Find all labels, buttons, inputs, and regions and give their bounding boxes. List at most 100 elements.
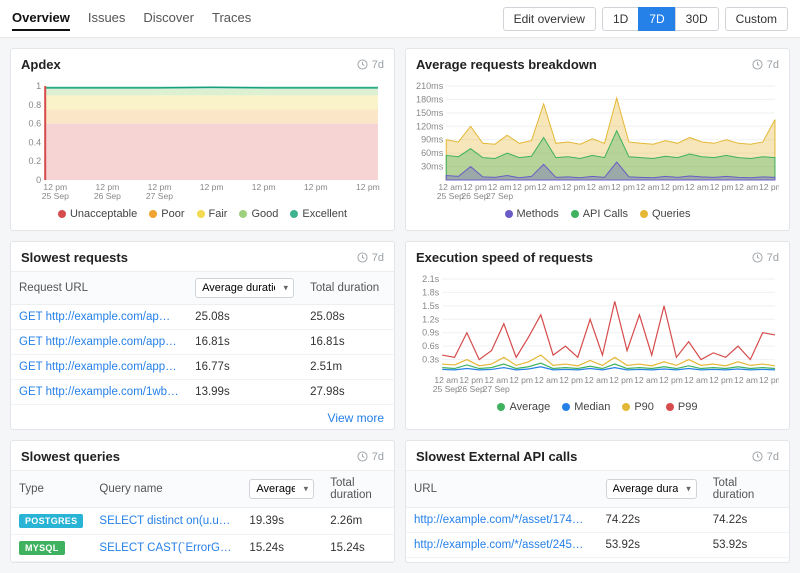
- svg-text:1.5s: 1.5s: [422, 301, 440, 311]
- tab-issues[interactable]: Issues: [88, 6, 126, 31]
- legend-item[interactable]: Queries: [640, 208, 691, 220]
- panel-title: Average requests breakdown: [416, 57, 597, 72]
- svg-text:25 Sep: 25 Sep: [437, 191, 464, 201]
- svg-text:12 pm: 12 pm: [356, 182, 380, 192]
- apdex-legend: Unacceptable Poor Fair Good Excellent: [21, 202, 384, 222]
- tab-overview[interactable]: Overview: [12, 6, 70, 31]
- svg-text:0.9s: 0.9s: [422, 328, 440, 338]
- svg-text:25 Sep: 25 Sep: [433, 384, 460, 394]
- view-more-link[interactable]: View more: [11, 405, 394, 429]
- range-7d-button[interactable]: 7D: [638, 7, 675, 31]
- svg-text:210ms: 210ms: [416, 82, 444, 91]
- legend-item[interactable]: Methods: [505, 208, 559, 220]
- col-url: Request URL: [11, 272, 187, 305]
- col-avg-duration-select[interactable]: Average duration: [241, 471, 322, 508]
- legend-item[interactable]: Average: [497, 401, 550, 413]
- svg-text:120ms: 120ms: [416, 121, 444, 131]
- clock-icon: [752, 451, 763, 462]
- clock-icon: [752, 59, 763, 70]
- svg-text:26 Sep: 26 Sep: [458, 384, 485, 394]
- query-name-link[interactable]: SELECT CAST(`ErrorGro...: [91, 535, 241, 562]
- api-url-link[interactable]: http://example.com/*/asset/1749749435?lo…: [406, 508, 598, 533]
- svg-text:0.4: 0.4: [29, 137, 42, 147]
- db-type-badge: MYSQL: [19, 541, 65, 555]
- clock-icon: [752, 252, 763, 263]
- apdex-chart[interactable]: 00.20.40.60.8112 pm25 Sep12 pm26 Sep12 p…: [21, 82, 384, 202]
- svg-text:12 am: 12 am: [684, 375, 708, 385]
- table-row: GET http://example.com/applicatio...16.8…: [11, 330, 394, 355]
- avg-breakdown-chart[interactable]: 30ms60ms90ms120ms150ms180ms210ms12 am25 …: [416, 82, 779, 202]
- table-row: GET http://example.com/applicatio...16.7…: [11, 355, 394, 380]
- legend-item[interactable]: Unacceptable: [58, 208, 137, 220]
- api-url-link[interactable]: http://example.com/*/asset/2452181211?lo…: [406, 533, 598, 558]
- svg-text:12 am: 12 am: [734, 182, 758, 192]
- svg-text:12 pm: 12 pm: [304, 182, 328, 192]
- tab-discover[interactable]: Discover: [143, 6, 194, 31]
- svg-text:12 pm: 12 pm: [659, 375, 683, 385]
- panel-slowest-requests: Slowest requests 7d Request URL Average …: [10, 241, 395, 430]
- col-query: Query name: [91, 471, 241, 508]
- svg-text:27 Sep: 27 Sep: [483, 384, 510, 394]
- col-total: Total duration: [705, 471, 789, 508]
- panel-meta: 7d: [752, 252, 779, 264]
- legend-item[interactable]: Good: [239, 208, 278, 220]
- table-row: GET http://example.com/1wbomx9...13.99s2…: [11, 380, 394, 405]
- svg-text:12 am: 12 am: [584, 375, 608, 385]
- query-name-link[interactable]: SELECT distinct on(u.uni...: [91, 508, 241, 535]
- request-url-link[interactable]: GET http://example.com/applicatio...: [11, 355, 187, 380]
- edit-overview-button[interactable]: Edit overview: [503, 7, 596, 31]
- range-custom-button[interactable]: Custom: [725, 7, 788, 31]
- svg-text:60ms: 60ms: [421, 148, 444, 158]
- panel-avg-breakdown: Average requests breakdown 7d 30ms60ms90…: [405, 48, 790, 231]
- panel-meta: 7d: [752, 451, 779, 463]
- range-30d-button[interactable]: 30D: [675, 7, 719, 31]
- svg-text:1: 1: [36, 82, 41, 91]
- panel-slowest-api: Slowest External API calls 7d URL Averag…: [405, 440, 790, 563]
- svg-text:12 pm: 12 pm: [509, 375, 533, 385]
- legend-item[interactable]: Excellent: [290, 208, 347, 220]
- time-range-controls: Edit overview 1D7D30D Custom: [503, 7, 788, 31]
- panel-meta: 7d: [357, 59, 384, 71]
- svg-text:26 Sep: 26 Sep: [461, 191, 488, 201]
- panel-meta: 7d: [357, 451, 384, 463]
- legend-item[interactable]: P99: [666, 401, 698, 413]
- panel-slowest-queries: Slowest queries 7d Type Query name Avera…: [10, 440, 395, 563]
- col-total: Total duration: [302, 272, 394, 305]
- legend-item[interactable]: Median: [562, 401, 610, 413]
- range-1d-button[interactable]: 1D: [602, 7, 639, 31]
- svg-text:2.1s: 2.1s: [422, 275, 440, 284]
- panel-title: Slowest requests: [21, 250, 128, 265]
- svg-text:12 pm: 12 pm: [759, 375, 779, 385]
- exec-speed-chart[interactable]: 0.3s0.6s0.9s1.2s1.5s1.8s2.1s12 am25 Sep1…: [416, 275, 779, 395]
- legend-item[interactable]: Fair: [197, 208, 228, 220]
- svg-text:0.2: 0.2: [29, 156, 42, 166]
- request-url-link[interactable]: GET http://example.com/1wbomx9...: [11, 380, 187, 405]
- panel-title: Slowest External API calls: [416, 449, 577, 464]
- svg-text:1.2s: 1.2s: [422, 314, 440, 324]
- svg-text:12 pm: 12 pm: [252, 182, 276, 192]
- svg-text:12 pm: 12 pm: [759, 182, 779, 192]
- svg-text:12 pm: 12 pm: [611, 182, 635, 192]
- svg-text:1.8s: 1.8s: [422, 287, 440, 297]
- tab-traces[interactable]: Traces: [212, 6, 251, 31]
- request-url-link[interactable]: GET http://example.com/apm/1xp...: [11, 305, 187, 330]
- panel-apdex: Apdex 7d 00.20.40.60.8112 pm25 Sep12 pm2…: [10, 48, 395, 231]
- table-row: GET http://example.com/apm/1xp...25.08s2…: [11, 305, 394, 330]
- legend-item[interactable]: Poor: [149, 208, 184, 220]
- table-row: POSTGRESSELECT distinct on(u.uni...19.39…: [11, 508, 394, 535]
- svg-text:12 pm: 12 pm: [512, 182, 536, 192]
- table-row: MYSQLSELECT CAST(`ErrorGro...15.24s15.24…: [11, 535, 394, 562]
- request-url-link[interactable]: GET http://example.com/applicatio...: [11, 330, 187, 355]
- col-avg-duration-select[interactable]: Average duration: [187, 272, 302, 305]
- col-avg-duration-select[interactable]: Average duration: [598, 471, 705, 508]
- svg-text:12 pm: 12 pm: [609, 375, 633, 385]
- panel-meta: 7d: [752, 59, 779, 71]
- avg-breakdown-legend: Methods API Calls Queries: [416, 202, 779, 222]
- svg-text:27 Sep: 27 Sep: [146, 191, 173, 201]
- legend-item[interactable]: API Calls: [571, 208, 628, 220]
- panel-title: Execution speed of requests: [416, 250, 593, 265]
- svg-text:12 am: 12 am: [586, 182, 610, 192]
- table-row: http://example.com/*/asset/1749749435?lo…: [406, 508, 789, 533]
- slowest-api-table: URL Average duration Total duration http…: [406, 470, 789, 558]
- legend-item[interactable]: P90: [622, 401, 654, 413]
